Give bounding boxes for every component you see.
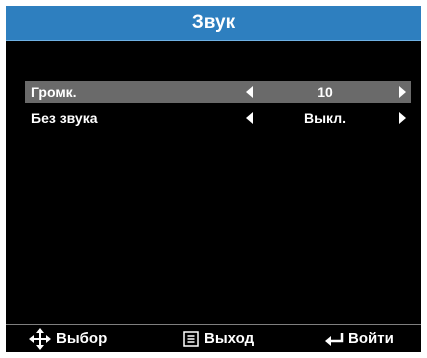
footer-divider (6, 324, 421, 325)
menu-title: Звук (191, 12, 236, 33)
menu-item-value: Выкл. (303, 110, 347, 126)
menu-item-label: Громк. (31, 84, 77, 100)
decrease-arrow-icon[interactable] (246, 86, 253, 98)
select-label: Выбор (56, 330, 108, 347)
select-hint: Выбор (28, 326, 138, 352)
exit-label: Выход (204, 330, 255, 347)
four-way-arrows-icon (29, 328, 51, 350)
menu-item-volume[interactable]: Громк. 10 (25, 81, 411, 103)
enter-label: Войти (348, 330, 394, 347)
increase-arrow-icon[interactable] (399, 112, 406, 124)
menu-item-value: 10 (317, 84, 333, 100)
menu-item-mute[interactable]: Без звука Выкл. (25, 107, 411, 129)
osd-menu: Звук Громк. 10 Без звука Выкл. Выбор Вых… (6, 6, 421, 352)
enter-arrow-icon (325, 333, 344, 346)
exit-hint: Выход (183, 326, 293, 352)
decrease-arrow-icon[interactable] (246, 112, 253, 124)
increase-arrow-icon[interactable] (399, 86, 406, 98)
title-bar: Звук (6, 6, 421, 41)
enter-hint: Войти (324, 326, 419, 352)
menu-icon (183, 331, 199, 347)
menu-item-label: Без звука (31, 110, 98, 126)
